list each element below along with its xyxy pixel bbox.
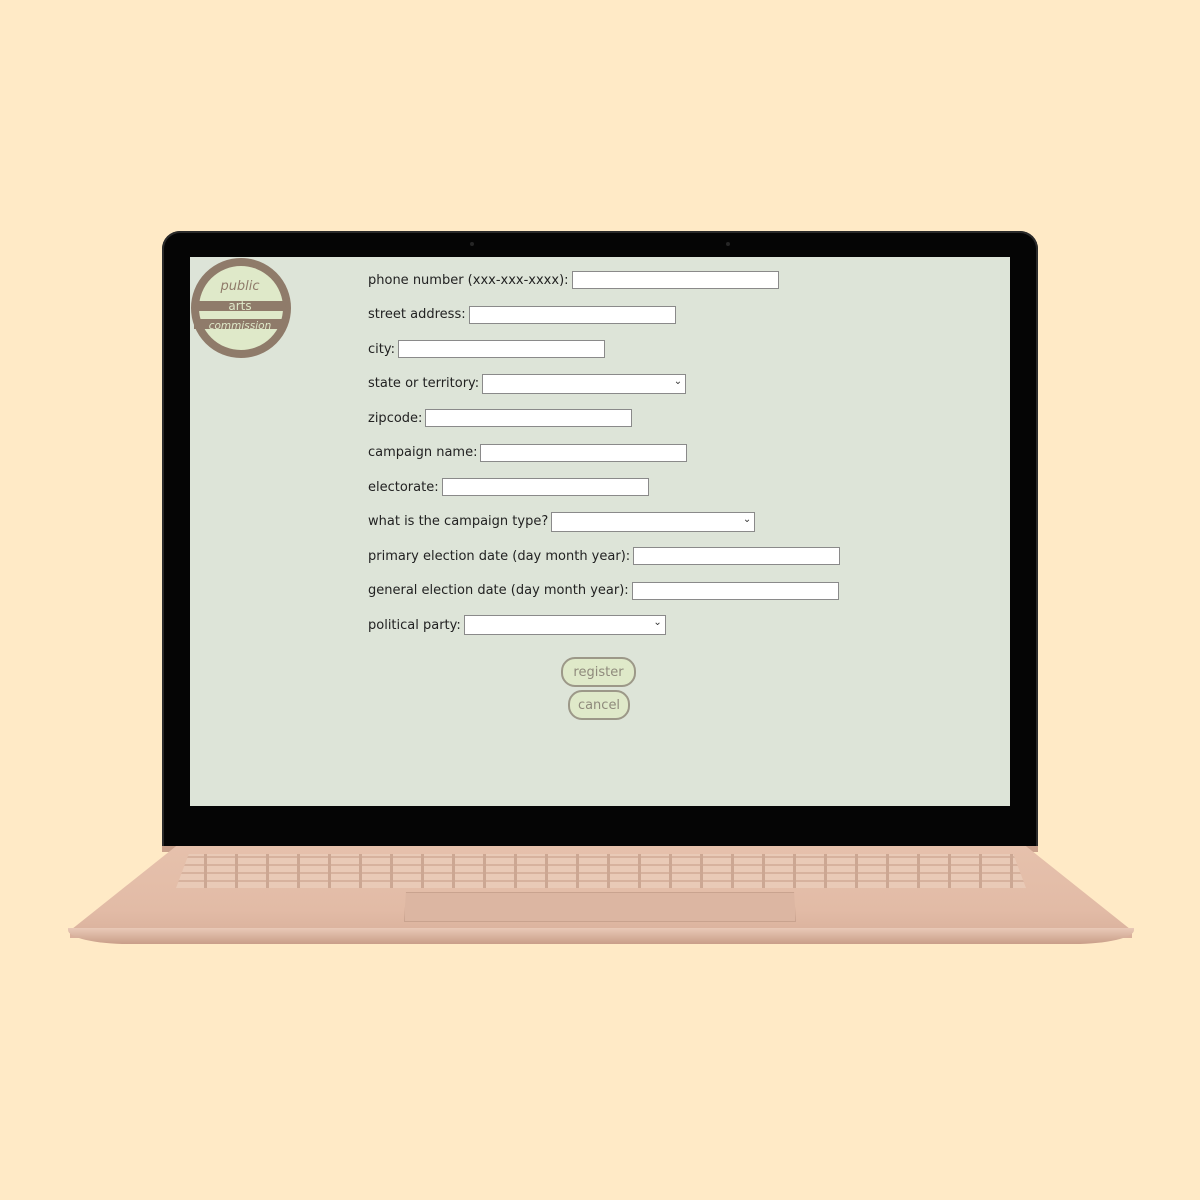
camera-dot (726, 242, 730, 246)
campaign-type-select[interactable]: ⌄ (551, 511, 756, 532)
sensor-dot (470, 242, 474, 246)
logo-text-public: public (219, 279, 259, 294)
chevron-down-icon: ⌄ (653, 617, 662, 629)
phone-input[interactable] (571, 271, 779, 290)
logo-text-arts: arts (228, 299, 251, 313)
city-label: city: (368, 341, 395, 357)
primary-election-date-label: primary election date (day month year): (368, 548, 631, 564)
form-row-zipcode: zipcode: (368, 401, 988, 436)
browser-viewport: public arts commission phone number (xxx… (190, 257, 1010, 806)
logo-text-commission: commission (209, 320, 272, 332)
form-row-political-party: political party: ⌄ (368, 608, 988, 643)
cancel-button[interactable]: cancel (568, 690, 630, 720)
general-election-date-input[interactable] (631, 581, 839, 600)
laptop-base-edge (68, 928, 1134, 944)
campaign-name-input[interactable] (480, 443, 688, 462)
electorate-input[interactable] (441, 478, 649, 497)
logo-graphic: public arts commission (191, 258, 291, 358)
state-select[interactable]: ⌄ (482, 373, 687, 394)
chevron-down-icon: ⌄ (673, 375, 683, 387)
laptop-lid: public arts commission phone number (xxx… (162, 231, 1038, 851)
form-row-city: city: (368, 332, 988, 367)
campaign-name-label: campaign name: (368, 445, 478, 461)
campaign-type-label: what is the campaign type? (368, 514, 549, 530)
form-row-phone: phone number (xxx-xxx-xxxx): (368, 263, 988, 298)
form-row-campaign-name: campaign name: (368, 436, 988, 471)
form-row-state: state or territory: ⌄ (368, 367, 988, 402)
register-button[interactable]: register (561, 657, 636, 687)
registration-form: phone number (xxx-xxx-xxxx): street addr… (368, 263, 988, 643)
electorate-label: electorate: (368, 479, 439, 495)
zipcode-label: zipcode: (368, 410, 423, 426)
primary-election-date-input[interactable] (633, 547, 841, 566)
form-row-electorate: electorate: (368, 470, 988, 505)
zipcode-input[interactable] (425, 409, 633, 428)
chevron-down-icon: ⌄ (742, 513, 752, 525)
state-label: state or territory: (368, 376, 480, 392)
laptop-trackpad (404, 892, 796, 922)
laptop-keyboard (176, 854, 1026, 888)
political-party-select[interactable]: ⌄ (463, 615, 666, 636)
form-row-campaign-type: what is the campaign type? ⌄ (368, 505, 988, 540)
city-input[interactable] (397, 340, 605, 359)
street-address-input[interactable] (468, 305, 676, 324)
general-election-date-label: general election date (day month year): (368, 583, 629, 599)
phone-label: phone number (xxx-xxx-xxxx): (368, 272, 569, 288)
political-party-label: political party: (368, 617, 461, 633)
form-row-primary-date: primary election date (day month year): (368, 539, 988, 574)
street-address-label: street address: (368, 307, 466, 323)
form-row-street: street address: (368, 298, 988, 333)
form-row-general-date: general election date (day month year): (368, 574, 988, 609)
public-arts-commission-logo[interactable]: public arts commission (190, 257, 292, 359)
